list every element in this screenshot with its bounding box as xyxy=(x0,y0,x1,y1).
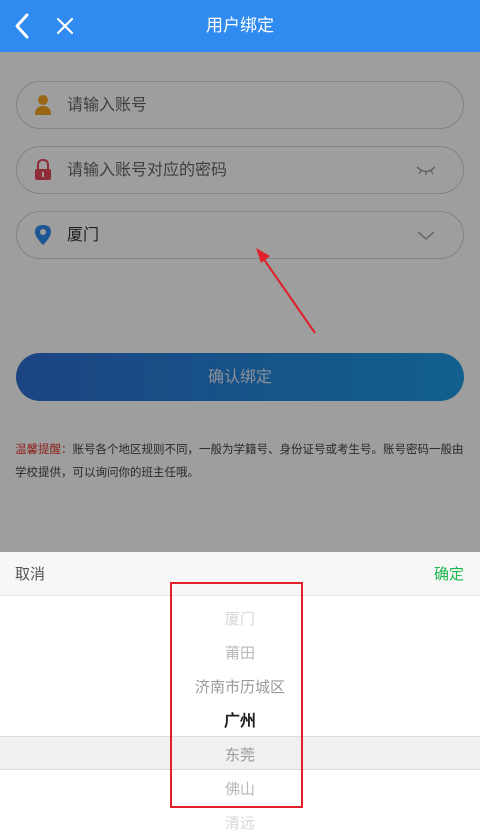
picker-option[interactable]: 莆田 xyxy=(0,636,480,670)
picker-toolbar: 取消 确定 xyxy=(0,552,480,596)
picker-confirm-button[interactable]: 确定 xyxy=(434,552,464,596)
picker-option[interactable]: 清远 xyxy=(0,806,480,834)
page-title: 用户绑定 xyxy=(206,16,274,36)
picker-option[interactable]: 厦门 xyxy=(0,602,480,636)
modal-overlay[interactable] xyxy=(0,52,480,552)
picker-option[interactable]: 佛山 xyxy=(0,772,480,806)
picker-option[interactable]: 东莞 xyxy=(0,738,480,772)
picker-option-selected[interactable]: 广州 xyxy=(0,704,480,738)
picker-option[interactable]: 济南市历城区 xyxy=(0,670,480,704)
picker-cancel-button[interactable]: 取消 xyxy=(15,552,45,596)
picker-wheel[interactable]: 厦门 莆田 济南市历城区 广州 东莞 佛山 清远 xyxy=(0,596,480,834)
top-nav-bar: 用户绑定 xyxy=(0,0,480,52)
region-picker: 取消 确定 厦门 莆田 济南市历城区 广州 东莞 佛山 清远 xyxy=(0,552,480,834)
